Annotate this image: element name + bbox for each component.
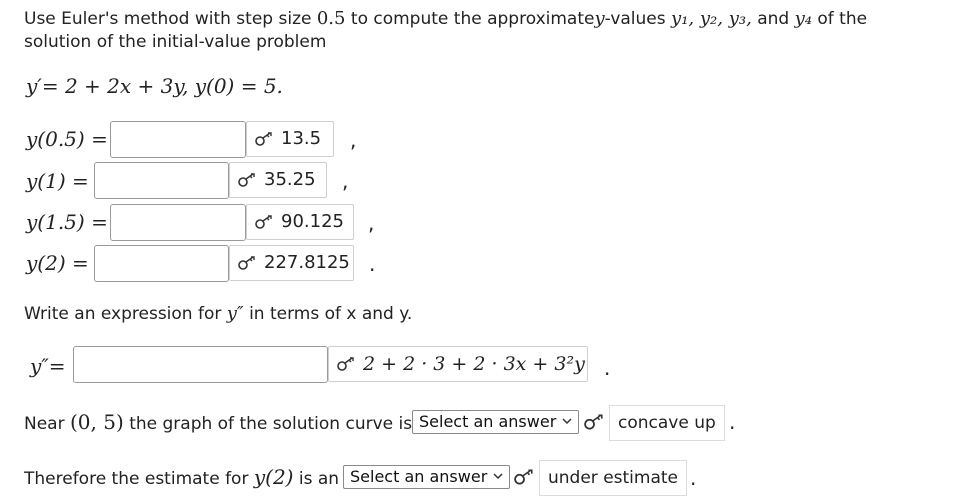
key-icon [255,215,272,229]
row-label-3: y(1.5) = [26,210,108,234]
therefore-math: y(2) [253,465,294,489]
chevron-down-icon [493,473,503,480]
y4-var: y₄ [794,8,812,29]
concavity-select-label: Select an answer [419,412,557,431]
second-derivative-input[interactable] [73,346,328,383]
intro-text-b: to compute the approximate [350,9,595,29]
prompt-math: y″ [226,303,244,324]
second-derivative-prompt: Write an expression for y″ in terms of x… [24,303,413,325]
near-period: . [729,410,736,434]
answer-input-2[interactable] [94,162,229,199]
key-icon [238,173,255,187]
answer-value-4: 227.8125 [264,252,350,273]
intro-text: Use Euler's method with step size [24,9,312,29]
therefore-statement: Therefore the estimate for y(2) is an [24,467,339,489]
chevron-down-icon [562,418,572,425]
estimate-select[interactable]: Select an answer [343,465,511,489]
answer-value-2: 35.25 [264,169,316,190]
row-label-2: y(1) = [26,169,89,193]
answer-value-1: 13.5 [281,128,322,149]
second-derivative-preview: 2 + 2 · 3 + 2 · 3x + 3²y [328,346,588,382]
answer-preview-4: 227.8125 [229,245,354,281]
answer-preview-2: 35.25 [229,162,327,198]
answer-preview-1: 13.5 [246,121,334,157]
key-icon [584,414,603,430]
and-text: and [757,9,790,29]
intro-text-c: -values [604,9,666,29]
of-the-text: of the [817,9,868,29]
answer-input-4[interactable] [94,245,229,282]
row-label-4: y(2) = [26,251,89,275]
key-icon [238,256,255,270]
concavity-select[interactable]: Select an answer [412,410,580,434]
key-icon [337,357,354,371]
period-4: . [369,252,376,276]
comma-1: , [350,128,357,152]
answer-value-3: 90.125 [281,211,344,232]
near-text-b: the graph of the solution curve is [129,414,413,434]
second-derivative-value: 2 + 2 · 3 + 2 · 3x + 3²y [363,353,585,375]
therefore-text: Therefore the estimate for [24,469,249,489]
second-derivative-label: y″= [30,354,66,378]
prompt-text: Write an expression for [24,304,222,324]
key-icon [255,132,272,146]
prompt-text-b: in terms of x and y. [249,304,413,324]
therefore-text-b: is an [298,469,340,489]
estimate-answer: under estimate [539,460,687,496]
near-statement: Near (0, 5) the graph of the solution cu… [24,412,412,434]
estimate-select-label: Select an answer [350,467,488,486]
y-values: y₁, y₂, y₃, [671,8,752,29]
step-size: 0.5 [316,8,346,29]
comma-3: , [368,211,375,235]
y-var: y [594,8,605,29]
near-point: (0, 5) [70,410,124,434]
answer-input-3[interactable] [110,204,246,241]
therefore-period: . [690,466,697,490]
second-period: . [604,356,611,380]
ode-equation: y′= 2 + 2x + 3y, y(0) = 5. [26,74,283,98]
row-label-1: y(0.5) = [26,127,108,151]
answer-input-1[interactable] [110,121,246,158]
problem-line-2: solution of the initial-value problem [24,32,327,52]
comma-2: , [342,169,349,193]
concavity-answer: concave up [609,405,725,441]
answer-preview-3: 90.125 [246,204,354,240]
key-icon [514,469,533,485]
problem-line-1: Use Euler's method with step size 0.5 to… [24,8,868,30]
near-text: Near [24,414,65,434]
